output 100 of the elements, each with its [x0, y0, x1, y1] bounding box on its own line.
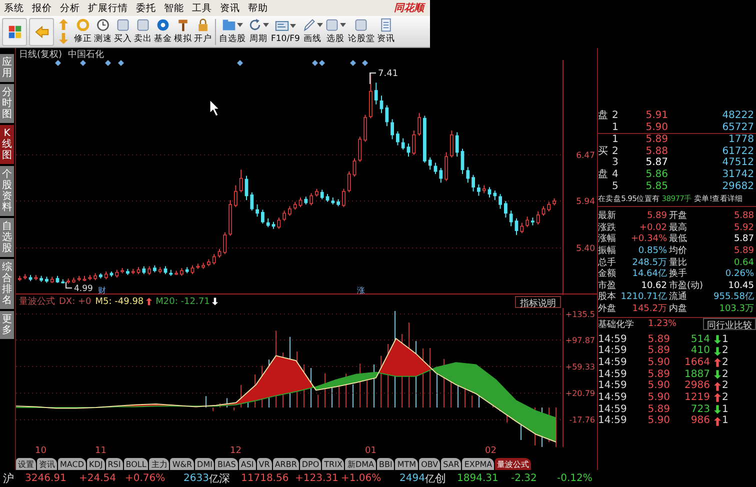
- indicator-tab[interactable]: TRIX: [322, 458, 344, 470]
- candle: [434, 162, 438, 175]
- indicator-tab[interactable]: MTM: [395, 458, 418, 470]
- menu-item[interactable]: 智能: [160, 2, 188, 14]
- indicator-tab[interactable]: OBV: [419, 458, 440, 470]
- indicator-tab[interactable]: ARBR: [272, 458, 299, 470]
- candle: [82, 275, 86, 282]
- indicator-tab[interactable]: SAR: [441, 458, 462, 470]
- toolbar-button[interactable]: 测速: [93, 16, 113, 46]
- tick-time: 14:59: [598, 415, 628, 428]
- side-tab[interactable]: 分时图: [0, 84, 14, 123]
- toolbar-button[interactable]: 画线: [300, 16, 324, 46]
- side-tab[interactable]: 综合排名: [0, 259, 14, 309]
- tick-volume: 1219: [684, 392, 711, 404]
- candle: [110, 271, 114, 278]
- indicator-tab[interactable]: 新DMA: [345, 458, 376, 470]
- candle: [347, 170, 351, 193]
- menu-item[interactable]: 资讯: [216, 2, 244, 14]
- candle: [45, 276, 48, 284]
- side-tab[interactable]: 应用: [0, 54, 14, 82]
- card-icon: [274, 19, 289, 33]
- date-axis-label: 02: [485, 446, 496, 456]
- stat-label: 换手: [669, 269, 688, 280]
- diamond-icon: [237, 60, 243, 66]
- tick-time: 14:59: [598, 345, 628, 357]
- indicator-tab[interactable]: VR: [256, 458, 272, 470]
- menu-item[interactable]: 工具: [188, 2, 216, 14]
- menu-item[interactable]: 系统: [0, 2, 28, 14]
- toolbar-button[interactable]: 周期: [247, 16, 270, 46]
- menu-item[interactable]: 扩展行情: [84, 2, 132, 14]
- indicator-tab[interactable]: BIAS: [215, 458, 238, 470]
- indicator-tab[interactable]: BBI: [377, 458, 394, 470]
- indicator-tab[interactable]: 量波公式: [495, 458, 532, 470]
- indicator-help-button[interactable]: 指标说明: [515, 296, 561, 308]
- date-axis-label: 10: [35, 446, 46, 456]
- candle: [40, 275, 43, 282]
- toolbar-button[interactable]: 卖出: [133, 16, 153, 46]
- clock-icon: [96, 18, 110, 32]
- index-change: -2.32: [511, 473, 538, 484]
- index-percent: +0.76%: [125, 473, 166, 484]
- menu-item[interactable]: 帮助: [244, 2, 272, 14]
- price-axis-label: 5.40: [576, 244, 595, 254]
- indicator-name: 量波公式: [19, 296, 55, 308]
- candle: [423, 115, 426, 164]
- indicator-tab[interactable]: 设置: [16, 458, 36, 470]
- menu-item[interactable]: 报价: [28, 2, 56, 14]
- candle: [526, 216, 529, 228]
- indicator-tab[interactable]: EXPMA: [462, 458, 494, 470]
- up-button[interactable]: [56, 18, 71, 31]
- candle: [50, 276, 54, 284]
- stat-value: 955.58亿: [712, 292, 755, 304]
- side-tab[interactable]: 更多: [0, 311, 14, 339]
- toolbar-button[interactable]: 论股堂: [346, 16, 376, 46]
- tick-count: 1: [722, 334, 730, 346]
- indicator-value: M20: -12.71: [156, 296, 210, 306]
- tick-count: 2: [722, 345, 730, 357]
- side-tab[interactable]: K线图: [0, 125, 14, 164]
- stat-label: 均价: [669, 246, 688, 258]
- indicator-tab[interactable]: BOLL: [124, 458, 148, 470]
- indicator-tab[interactable]: 资讯: [37, 458, 57, 470]
- indicator-tab[interactable]: DPO: [300, 458, 322, 470]
- side-tab[interactable]: 个股资料: [0, 166, 14, 216]
- candle: [153, 264, 156, 273]
- toolbar-button[interactable]: 修正: [73, 16, 93, 46]
- color-grid-button[interactable]: [2, 18, 27, 46]
- stat-value: 5.89: [646, 211, 668, 223]
- order-price: 5.87: [644, 157, 669, 169]
- indicator-tab[interactable]: 主力: [149, 458, 170, 470]
- market-label: 沪: [3, 471, 15, 486]
- tick-volume: 2986: [684, 380, 711, 392]
- toolbar-button[interactable]: 资讯: [376, 16, 396, 46]
- candle: [277, 217, 281, 230]
- menu-item[interactable]: 委托: [132, 2, 160, 14]
- stat-value: +0.02: [638, 222, 668, 234]
- tick-count: 1: [722, 415, 730, 428]
- indicator-tab[interactable]: MACD: [58, 458, 86, 470]
- indicator-tab[interactable]: DMI: [195, 458, 214, 470]
- indicator-tab[interactable]: RSI: [106, 458, 123, 470]
- candle: [358, 136, 362, 162]
- order-price: 5.86: [644, 168, 669, 181]
- menu-item[interactable]: 分析: [56, 2, 84, 14]
- turnover-value: 2633: [182, 473, 209, 484]
- candle: [488, 186, 492, 198]
- toolbar-button[interactable]: 选股: [324, 16, 347, 46]
- toolbar-button[interactable]: 自选股: [218, 16, 247, 46]
- side-tab[interactable]: 自选股: [0, 218, 14, 257]
- toolbar-button[interactable]: F10/F9: [270, 16, 301, 46]
- tick-price: 5.89: [646, 368, 671, 380]
- indicator-tab[interactable]: KDJ: [86, 458, 105, 470]
- tick-volume: 410: [690, 345, 711, 357]
- toolbar-button[interactable]: 基金: [153, 16, 173, 46]
- industry-compare-button[interactable]: 同行业比较: [703, 318, 756, 330]
- toolbar-button[interactable]: 买入: [113, 16, 133, 46]
- unit-label: 亿: [209, 472, 219, 486]
- toolbar-button[interactable]: 模拟: [173, 16, 193, 46]
- indicator-tab[interactable]: W&R: [170, 458, 194, 470]
- back-button[interactable]: [29, 18, 54, 46]
- event-marker: 财: [98, 286, 106, 295]
- toolbar-button[interactable]: 开户: [193, 16, 213, 46]
- indicator-tab[interactable]: ASI: [238, 458, 256, 470]
